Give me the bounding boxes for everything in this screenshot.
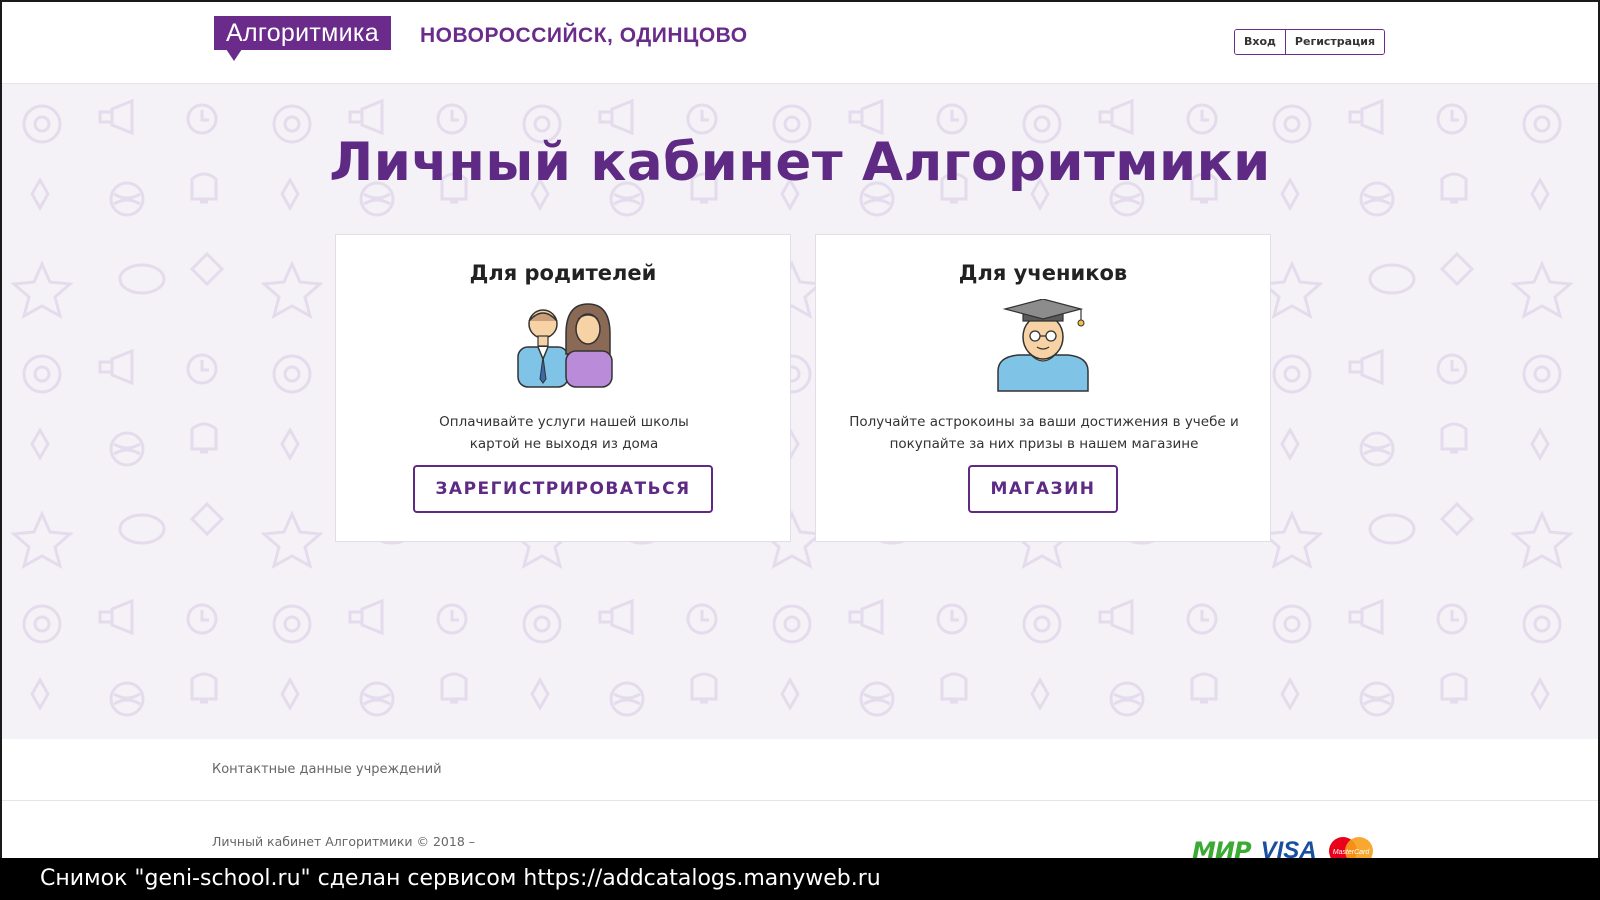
student-graduate-icon (993, 298, 1093, 398)
mastercard-logo: MasterCard (1327, 836, 1375, 858)
login-button[interactable]: Вход (1235, 30, 1285, 54)
parents-card-title: Для родителей (469, 261, 657, 285)
auth-buttons: Вход Регистрация (1234, 29, 1386, 55)
site-header: Алгоритмика НОВОРОССИЙСК, ОДИНЦОВО Вход … (2, 2, 1598, 84)
students-card-title: Для учеников (958, 261, 1128, 285)
svg-text:MasterCard: MasterCard (1332, 849, 1370, 856)
register-parent-button[interactable]: ЗАРЕГИСТРИРОВАТЬСЯ (413, 465, 713, 513)
footer-links: Контактные данные учреждений (2, 739, 1598, 801)
screenshot-watermark: Снимок "geni-school.ru" сделан сервисом … (0, 858, 1600, 900)
register-button[interactable]: Регистрация (1284, 30, 1385, 54)
payment-logos: МИР VISA MasterCard (1192, 836, 1375, 858)
students-text-line-2: покупайте за них призы в нашем магазине (889, 436, 1199, 452)
page-title: Личный кабинет Алгоритмики (329, 132, 1271, 193)
city-label: НОВОРОССИЙСК, ОДИНЦОВО (420, 24, 748, 47)
parents-text-line-2: картой не выходя из дома (469, 436, 659, 452)
parents-illustration-icon (508, 299, 618, 393)
parents-text-line-1: Оплачивайте услуги нашей школы (439, 414, 689, 430)
footer-bottom: Личный кабинет Алгоритмики © 2018 – МИР … (2, 802, 1598, 858)
visa-logo: VISA (1260, 837, 1317, 858)
mir-logo: МИР (1192, 837, 1252, 858)
students-card-text: Получайте астрокоины за ваши достижения … (836, 411, 1252, 455)
hero-section: Личный кабинет Алгоритмики Для родителей (2, 84, 1598, 739)
shop-button[interactable]: МАГАЗИН (968, 465, 1118, 513)
logo-tail-shape (226, 49, 242, 61)
logo[interactable]: Алгоритмика (214, 16, 391, 50)
students-text-line-1: Получайте астрокоины за ваши достижения … (849, 414, 1239, 430)
parents-card: Для родителей Оплачивайте услуги нашей ш… (335, 234, 791, 542)
parents-card-text: Оплачивайте услуги нашей школы картой не… (356, 411, 772, 455)
students-card: Для учеников Получайте астрокоины за ваш… (815, 234, 1271, 542)
contacts-link[interactable]: Контактные данные учреждений (212, 762, 442, 777)
page-frame: Алгоритмика НОВОРОССИЙСК, ОДИНЦОВО Вход … (0, 0, 1600, 858)
copyright-text: Личный кабинет Алгоритмики © 2018 – (212, 834, 476, 849)
